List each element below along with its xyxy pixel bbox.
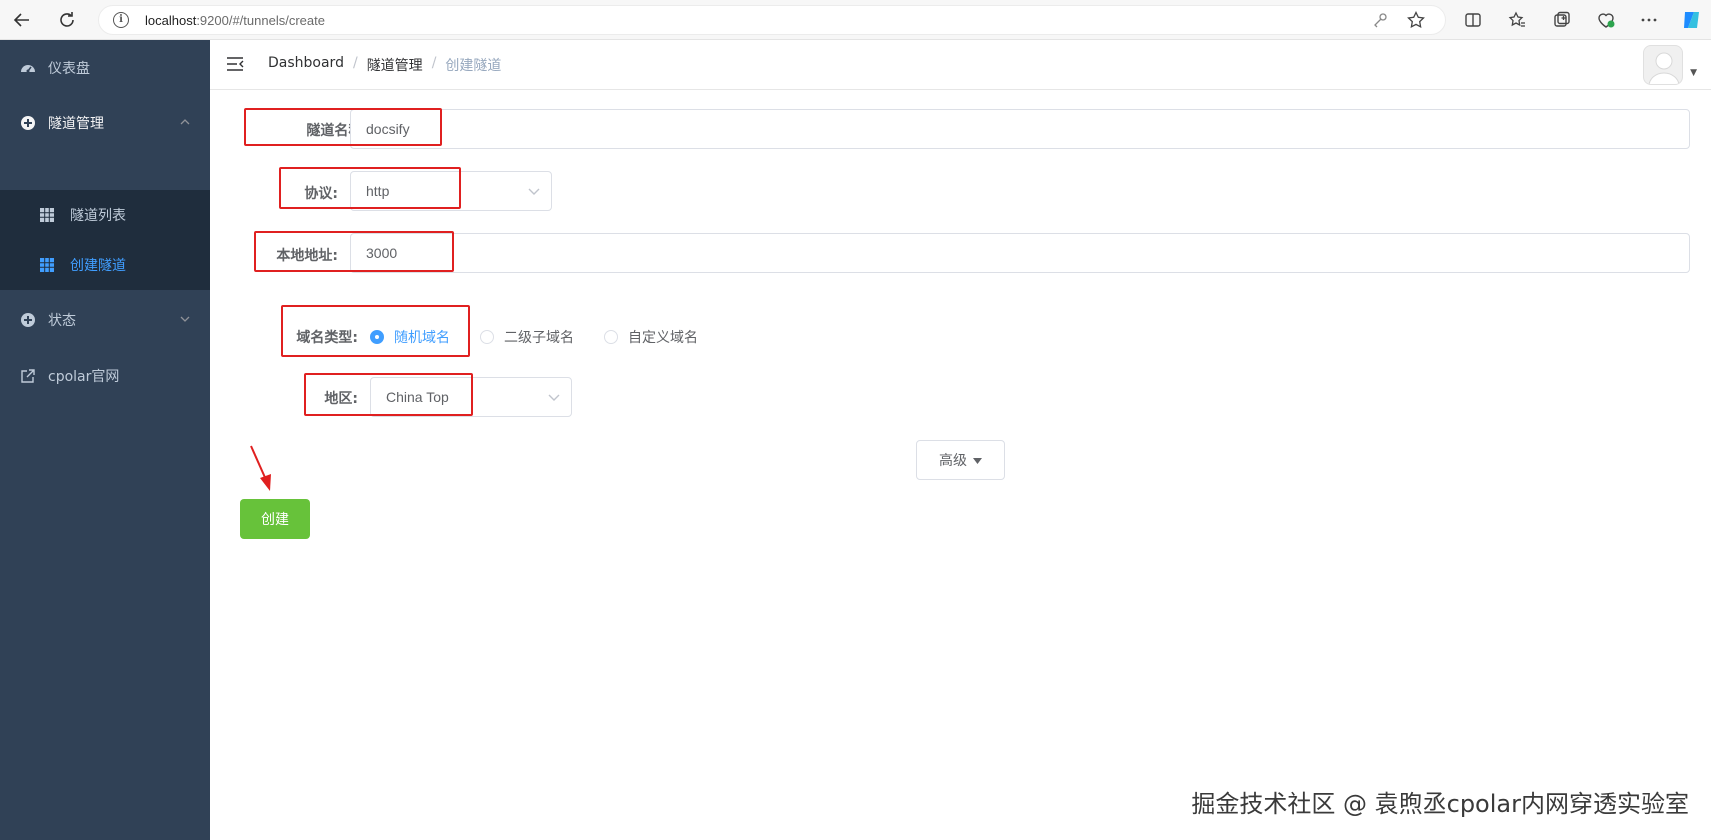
favorites-icon[interactable] [1506, 9, 1528, 31]
split-screen-icon[interactable] [1462, 9, 1484, 31]
tunnel-submenu: 隧道列表 创建隧道 [0, 190, 210, 290]
sidebar-item-label: 隧道列表 [70, 208, 126, 224]
highlight-box [244, 108, 442, 146]
sidebar-item-cpolar-website[interactable]: cpolar官网 [0, 348, 210, 404]
advanced-button[interactable]: 高级 [916, 440, 1005, 480]
collections-icon[interactable] [1551, 9, 1573, 31]
sidebar-item-dashboard[interactable]: 仪表盘 [0, 40, 210, 96]
dashboard-icon [20, 60, 36, 76]
browser-toolbar: i localhost:9200/#/tunnels/create [0, 0, 1711, 40]
sidebar-item-label: 隧道管理 [48, 116, 104, 132]
back-icon[interactable] [10, 8, 34, 32]
url-text: localhost:9200/#/tunnels/create [145, 13, 325, 28]
advanced-label: 高级 [939, 453, 967, 469]
radio-circle [480, 330, 494, 344]
create-button[interactable]: 创建 [240, 499, 310, 539]
avatar[interactable] [1643, 45, 1683, 85]
more-icon[interactable] [1638, 9, 1660, 31]
chevron-up-icon [180, 117, 190, 130]
breadcrumb-tunnel-management[interactable]: 隧道管理 [367, 55, 423, 75]
key-icon[interactable] [1369, 9, 1391, 31]
caret-down-icon [973, 452, 982, 468]
hamburger-icon[interactable] [226, 56, 244, 72]
sidebar: 仪表盘 隧道管理 隧道列表 创建隧道 状态 cpolar官网 [0, 40, 210, 840]
sidebar-item-label: 创建隧道 [70, 258, 126, 274]
breadcrumb-separator: / [352, 55, 358, 71]
radio-subdomain[interactable]: 二级子域名 [480, 327, 574, 347]
radio-circle [604, 330, 618, 344]
highlight-box [279, 167, 461, 209]
external-link-icon [20, 368, 36, 384]
watermark: 掘金技术社区 @ 袁煦丞cpolar内网穿透实验室 [1191, 790, 1689, 818]
highlight-box [254, 231, 454, 272]
site-info-icon[interactable]: i [113, 12, 129, 28]
radio-label: 自定义域名 [628, 330, 698, 346]
breadcrumb: Dashboard / 隧道管理 / 创建隧道 [268, 55, 501, 75]
sidebar-item-label: cpolar官网 [48, 369, 120, 385]
reload-icon[interactable] [55, 8, 79, 32]
sidebar-item-tunnel-list[interactable]: 隧道列表 [0, 190, 210, 240]
breadcrumb-create-tunnel: 创建隧道 [445, 58, 502, 74]
favorite-star-icon[interactable] [1405, 9, 1427, 31]
app-header: Dashboard / 隧道管理 / 创建隧道 ▼ [210, 40, 1711, 90]
caret-down-icon[interactable]: ▼ [1690, 68, 1697, 78]
radio-custom-domain[interactable]: 自定义域名 [604, 327, 698, 347]
sidebar-item-tunnel-management[interactable]: 隧道管理 [0, 95, 210, 151]
grid-icon [40, 208, 54, 222]
arrow-annotation-icon [250, 445, 271, 491]
chevron-down-icon [547, 390, 561, 404]
local-address-input[interactable]: 3000 [350, 233, 1690, 273]
chevron-down-icon [180, 314, 190, 327]
status-icon [20, 312, 36, 328]
copilot-icon[interactable] [1680, 9, 1702, 31]
highlight-box [281, 305, 470, 357]
radio-label: 二级子域名 [504, 330, 574, 346]
breadcrumb-separator: / [431, 55, 437, 71]
tunnel-name-input[interactable]: docsify [350, 109, 1690, 149]
browser-essentials-icon[interactable] [1595, 9, 1617, 31]
sidebar-item-create-tunnel[interactable]: 创建隧道 [0, 240, 210, 290]
tunnel-icon [20, 115, 36, 131]
sidebar-item-label: 仪表盘 [48, 61, 90, 77]
address-bar[interactable]: i localhost:9200/#/tunnels/create [98, 5, 1446, 35]
sidebar-item-status[interactable]: 状态 [0, 292, 210, 348]
breadcrumb-dashboard[interactable]: Dashboard [268, 55, 344, 75]
highlight-box [304, 373, 473, 416]
grid-icon [40, 258, 54, 272]
sidebar-item-label: 状态 [48, 313, 76, 329]
chevron-down-icon [527, 184, 541, 198]
